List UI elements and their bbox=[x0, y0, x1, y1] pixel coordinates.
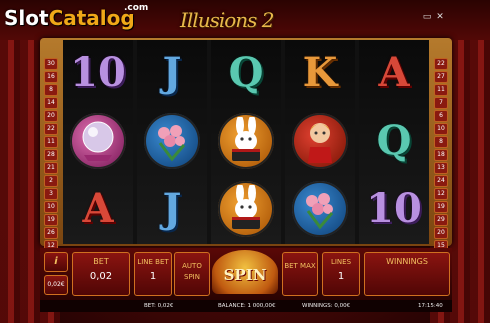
symbol-tile bbox=[63, 108, 133, 174]
rabbit-in-hat-icon bbox=[218, 113, 274, 169]
status-bet: BET: 0,02€ bbox=[144, 303, 174, 309]
payline-number[interactable]: 16 bbox=[44, 71, 58, 83]
flower-bouquet-icon bbox=[292, 181, 348, 237]
payline-number[interactable]: 22 bbox=[44, 123, 58, 135]
top-bar: SlotCatalog .com Illusions 2 ▭ ✕ bbox=[0, 0, 490, 40]
symbol-Q: Q bbox=[211, 40, 281, 106]
symbol-label: A bbox=[82, 185, 114, 232]
symbol-J: J bbox=[137, 176, 207, 242]
bet-display: BET 0,02 bbox=[72, 252, 130, 296]
payline-number[interactable]: 27 bbox=[434, 71, 448, 83]
status-time: 17:15:40 bbox=[418, 303, 443, 309]
symbol-10: 10 bbox=[63, 40, 133, 106]
symbol-tile bbox=[211, 108, 281, 174]
symbol-J: J bbox=[137, 40, 207, 106]
spin-button[interactable]: SPIN bbox=[212, 250, 278, 294]
symbol-10: 10 bbox=[359, 176, 429, 242]
symbol-K: K bbox=[285, 40, 355, 106]
payline-number[interactable]: 30 bbox=[44, 58, 58, 70]
info-button[interactable]: i bbox=[44, 252, 68, 272]
close-icon[interactable]: ✕ bbox=[435, 12, 445, 22]
flower-bouquet-icon bbox=[144, 113, 200, 169]
payline-number[interactable]: 11 bbox=[44, 136, 58, 148]
rabbit-in-hat-icon bbox=[218, 181, 274, 237]
symbol-A: A bbox=[359, 40, 429, 106]
left-payline-numbers: 30168142022112821231019261227 bbox=[44, 58, 58, 265]
reel-1: 10 A bbox=[63, 40, 133, 244]
payline-number[interactable]: 6 bbox=[434, 110, 448, 122]
reel-area: 10 A J J Q K A Q 10 bbox=[63, 40, 429, 244]
payline-number[interactable]: 24 bbox=[434, 175, 448, 187]
symbol-label: Q bbox=[228, 49, 264, 96]
minimize-icon[interactable]: ▭ bbox=[422, 12, 432, 22]
payline-number[interactable]: 21 bbox=[44, 162, 58, 174]
payline-number[interactable]: 7 bbox=[434, 97, 448, 109]
payline-number[interactable]: 11 bbox=[434, 84, 448, 96]
symbol-label: 10 bbox=[366, 185, 422, 232]
payline-number[interactable]: 12 bbox=[434, 188, 448, 200]
symbol-label: Q bbox=[376, 117, 412, 164]
payline-number[interactable]: 29 bbox=[434, 214, 448, 226]
symbol-A: A bbox=[63, 176, 133, 242]
payline-number[interactable]: 19 bbox=[434, 201, 448, 213]
payline-number[interactable]: 3 bbox=[44, 188, 58, 200]
lines-button[interactable]: LINES 1 bbox=[322, 252, 360, 296]
symbol-label: 10 bbox=[70, 49, 126, 96]
reel-4: K bbox=[285, 40, 355, 244]
symbol-label: J bbox=[162, 185, 182, 232]
payline-number[interactable]: 19 bbox=[44, 214, 58, 226]
reel-2: JJ bbox=[137, 40, 207, 244]
payline-number[interactable]: 28 bbox=[44, 149, 58, 161]
game-title: Illusions 2 bbox=[180, 8, 275, 32]
payline-number[interactable]: 8 bbox=[44, 84, 58, 96]
symbol-tile bbox=[285, 176, 355, 242]
payline-number[interactable]: 8 bbox=[434, 136, 448, 148]
status-balance: BALANCE: 1 000,00€ bbox=[218, 303, 276, 309]
symbol-label: A bbox=[378, 49, 410, 96]
payline-number[interactable]: 20 bbox=[434, 227, 448, 239]
payline-number[interactable]: 22 bbox=[434, 58, 448, 70]
symbol-label: K bbox=[302, 49, 338, 96]
payline-number[interactable]: 20 bbox=[44, 110, 58, 122]
payline-number[interactable]: 10 bbox=[44, 201, 58, 213]
payline-number[interactable]: 18 bbox=[434, 149, 448, 161]
reel-5: A Q 10 bbox=[359, 40, 429, 244]
symbol-tile bbox=[211, 176, 281, 242]
auto-spin-button[interactable]: AUTO SPIN bbox=[174, 252, 210, 296]
symbol-tile bbox=[285, 108, 355, 174]
payline-number[interactable]: 14 bbox=[44, 97, 58, 109]
watermark-logo: SlotCatalog .com bbox=[4, 3, 149, 30]
symbol-label: J bbox=[162, 49, 182, 96]
winnings-display: WINNINGS bbox=[364, 252, 450, 296]
payline-number[interactable]: 13 bbox=[434, 162, 448, 174]
right-payline-numbers: 22271176108181324121929201517 bbox=[434, 58, 448, 265]
crystal-ball-icon bbox=[70, 113, 126, 169]
bet-max-button[interactable]: BET MAX bbox=[282, 252, 318, 296]
game-screen: SlotCatalog .com Illusions 2 ▭ ✕ 30 16 8 14… bbox=[0, 0, 490, 323]
payline-number[interactable]: 10 bbox=[434, 123, 448, 135]
reel-3: Q bbox=[211, 40, 281, 244]
line-bet-button[interactable]: LINE BET 1 bbox=[134, 252, 172, 296]
payline-number[interactable]: 2 bbox=[44, 175, 58, 187]
status-winnings: WINNINGS: 0,00€ bbox=[302, 303, 351, 309]
symbol-Q: Q bbox=[359, 108, 429, 174]
symbol-tile bbox=[137, 108, 207, 174]
payline-number[interactable]: 26 bbox=[44, 227, 58, 239]
status-bar: BET: 0,02€ BALANCE: 1 000,00€ WINNINGS: … bbox=[40, 300, 452, 312]
magician-assistant-icon bbox=[292, 113, 348, 169]
coin-value-button[interactable]: 0,02€ bbox=[44, 275, 68, 295]
